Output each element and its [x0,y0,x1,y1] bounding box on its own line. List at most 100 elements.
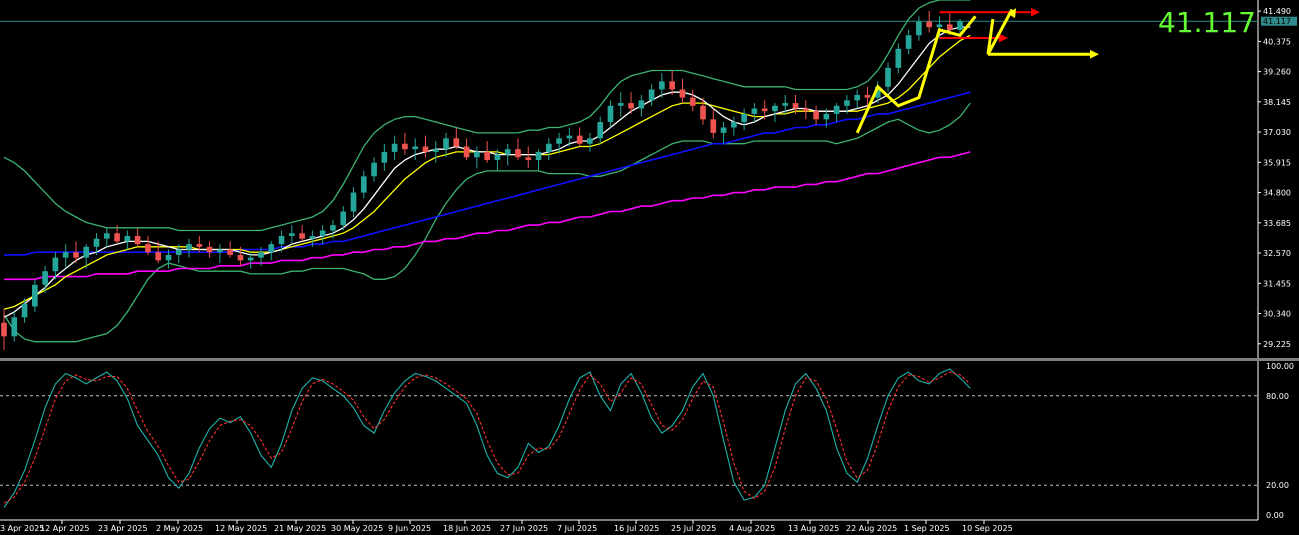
time-tick-label: 3 Apr 2025 [0,524,44,533]
candle-body [854,94,861,101]
candle-body [412,146,419,150]
candle-body [710,119,717,133]
candle-body [227,249,233,255]
price-tick-label: 35.915 [1263,158,1291,167]
time-tick-label: 13 Aug 2025 [788,524,839,533]
candle-body [741,113,747,123]
candle-body [217,249,223,253]
candle-body [597,122,604,139]
candle-body [11,317,18,337]
candle-body [381,151,388,163]
candle-body [515,149,521,158]
candle-body [463,146,470,158]
time-tick-label: 30 May 2025 [331,524,383,533]
candle-body [905,35,912,49]
candle-body [844,100,850,106]
candle-body [247,257,254,261]
candle-body [484,151,490,161]
candle-body [494,154,501,161]
time-tick-label: 9 Jun 2025 [388,524,431,533]
time-tick-label: 1 Sep 2025 [904,524,950,533]
trading-chart[interactable]: 41.490 40.375 39.260 38.145 37.030 35.915 34.8… [0,0,1299,535]
candle-body [823,113,830,120]
candle-body [330,225,336,231]
candle-body [607,105,614,123]
candle-body [52,257,59,272]
time-tick-label: 18 Jun 2025 [443,524,491,533]
candle-body [196,244,203,247]
candle-body [833,105,840,114]
price-tick-label: 30.340 [1263,310,1291,319]
current-price-tag-text: 41.117 [1263,17,1291,26]
candle-body [319,230,326,236]
candle-body [422,146,429,152]
time-tick-label: 10 Sep 2025 [962,524,1013,533]
candle-body [371,162,377,177]
time-tick-label: 12 Apr 2025 [40,524,89,533]
candle-body [700,105,706,120]
candle-body [175,249,182,255]
candle-body [206,246,213,253]
candle-body [83,246,90,258]
candle-body [864,94,871,98]
candle-body [689,97,696,106]
price-tick-label: 33.685 [1263,219,1291,228]
candle-body [299,233,305,239]
candle-body [32,284,38,307]
candle-body [165,254,172,261]
candle-body [751,108,758,114]
candle-body [731,122,737,128]
candle-body [792,103,799,109]
candle-body [258,252,264,258]
candle-body [545,143,552,152]
candle-body [659,81,665,90]
candle-body [772,105,778,112]
candle-body [73,252,79,258]
panel-separator[interactable] [0,358,1299,361]
candle-body [186,244,192,250]
time-tick-label: 25 Jul 2025 [671,524,716,533]
candle-body [1,322,7,337]
candle-body [535,151,542,161]
candle-body [237,254,244,261]
time-tick-label: 4 Aug 2025 [729,524,775,533]
time-tick-label: 23 Apr 2025 [98,524,147,533]
candle-body [289,233,295,236]
candle-body [617,103,624,106]
candle-body [648,89,655,101]
oscillator-tick-label: 0.00 [1266,511,1284,520]
candle-body [566,135,573,139]
time-tick-label: 12 May 2025 [215,524,267,533]
current-price-big: 41.117 [1158,6,1256,39]
candle-body [895,48,902,68]
candle-body [761,108,768,112]
price-tick-label: 32.570 [1263,249,1291,258]
time-tick-label: 2 May 2025 [156,524,203,533]
candle-body [474,151,480,158]
price-tick-label: 37.030 [1263,128,1291,137]
candle-body [782,103,789,106]
candle-body [576,135,583,144]
price-tick-label: 39.260 [1263,68,1291,77]
candle-body [309,235,316,239]
candle-body [278,235,285,245]
candle-body [360,176,367,193]
candle-body [926,21,932,28]
candle-body [802,108,809,112]
candle-body [155,252,162,261]
price-tick-label: 29.225 [1263,340,1291,349]
candle-body [145,244,151,253]
candle-body [268,244,275,253]
candle-body [62,252,69,258]
candle-body [134,235,141,245]
candle-body [885,67,891,87]
oscillator-tick-label: 80.00 [1266,392,1289,401]
candle-body [350,192,357,212]
price-tick-label: 34.800 [1263,189,1291,198]
candle-body [504,149,511,155]
candle-body [628,103,634,109]
candle-body [42,271,48,285]
candle-body [556,138,562,144]
candle-body [936,24,943,28]
oscillator-tick-label: 100.00 [1266,362,1294,371]
